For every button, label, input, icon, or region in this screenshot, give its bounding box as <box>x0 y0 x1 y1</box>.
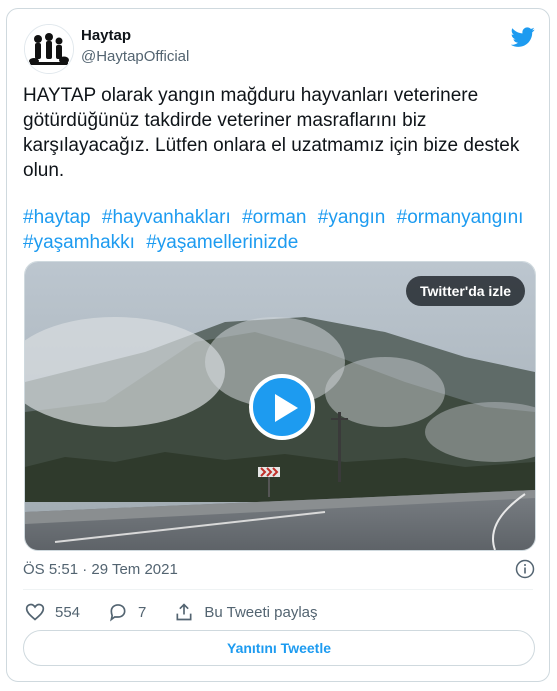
avatar[interactable] <box>24 24 74 74</box>
author-name[interactable]: Haytap <box>81 27 131 44</box>
reply-count: 7 <box>138 603 147 621</box>
share-label: Bu Tweeti paylaş <box>204 603 318 621</box>
like-button[interactable]: 554 <box>25 602 80 622</box>
twitter-bird-icon[interactable] <box>511 25 535 49</box>
play-icon <box>275 394 298 422</box>
heart-icon <box>25 603 45 621</box>
hashtag-link[interactable]: #yaşamhakkı <box>23 232 135 253</box>
tweet-timestamp[interactable]: ÖS 5:51 · 29 Tem 2021 <box>23 561 178 578</box>
tweet-card: Haytap @HaytapOfficial HAYTAP olarak yan… <box>6 8 550 682</box>
hashtag-link[interactable]: #yaşamellerinizde <box>146 232 298 253</box>
divider <box>23 589 533 590</box>
tweet-text: HAYTAP olarak yangın mağduru hayvanları … <box>23 83 533 183</box>
hashtag-link[interactable]: #orman <box>242 207 306 228</box>
hashtag-list: #haytap #hayvanhakları #orman #yangın #o… <box>23 205 535 255</box>
comment-icon <box>110 604 126 622</box>
hashtag-link[interactable]: #yangın <box>318 207 386 228</box>
like-count: 554 <box>55 603 81 621</box>
tweet-body: HAYTAP olarak yangın mağduru hayvanları … <box>23 85 520 181</box>
hashtag-link[interactable]: #haytap <box>23 207 91 228</box>
video-player[interactable]: Twitter'da izle <box>24 261 536 551</box>
play-button[interactable] <box>249 374 315 440</box>
share-button[interactable]: Bu Tweeti paylaş <box>174 602 318 622</box>
info-icon[interactable] <box>515 559 535 579</box>
author-handle[interactable]: @HaytapOfficial <box>81 48 189 65</box>
action-bar: 554 7 Bu Tweeti paylaş <box>25 601 346 623</box>
share-icon <box>176 603 192 621</box>
hashtag-link[interactable]: #hayvanhakları <box>102 207 231 228</box>
haytap-logo <box>25 25 73 73</box>
reply-count-button[interactable]: 7 <box>108 602 146 622</box>
hashtag-link[interactable]: #ormanyangını <box>397 207 524 228</box>
reply-tweet-button[interactable]: Yanıtını Tweetle <box>23 630 535 666</box>
watch-on-twitter-button[interactable]: Twitter'da izle <box>406 276 525 306</box>
